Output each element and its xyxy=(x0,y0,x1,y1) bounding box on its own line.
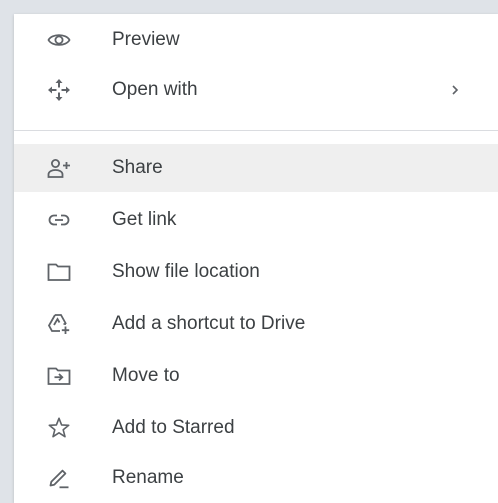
drive-shortcut-icon xyxy=(47,312,71,336)
context-menu: Preview Open with Share Get link Show fi… xyxy=(14,14,498,503)
pencil-icon xyxy=(47,466,71,490)
menu-item-label: Share xyxy=(112,157,163,178)
menu-item-share[interactable]: Share xyxy=(14,144,498,192)
menu-item-label: Move to xyxy=(112,365,180,386)
menu-item-label: Add a shortcut to Drive xyxy=(112,313,306,334)
menu-item-show-file-location[interactable]: Show file location xyxy=(14,248,498,296)
menu-item-open-with[interactable]: Open with xyxy=(14,66,498,114)
star-icon xyxy=(47,416,71,440)
add-person-icon xyxy=(47,156,71,180)
menu-item-label: Open with xyxy=(112,79,198,100)
chevron-right-icon xyxy=(447,78,463,102)
folder-icon xyxy=(47,260,71,284)
menu-item-label: Add to Starred xyxy=(112,417,235,438)
move-to-folder-icon xyxy=(47,364,71,388)
menu-item-rename[interactable]: Rename xyxy=(14,454,498,502)
menu-item-get-link[interactable]: Get link xyxy=(14,196,498,244)
menu-item-label: Show file location xyxy=(112,261,260,282)
menu-item-preview[interactable]: Preview xyxy=(14,16,498,64)
menu-item-label: Preview xyxy=(112,29,180,50)
menu-item-label: Get link xyxy=(112,209,177,230)
menu-item-label: Rename xyxy=(112,467,184,488)
open-with-icon xyxy=(47,78,71,102)
menu-item-add-to-starred[interactable]: Add to Starred xyxy=(14,404,498,452)
menu-divider xyxy=(14,130,498,131)
eye-icon xyxy=(47,28,71,52)
menu-item-move-to[interactable]: Move to xyxy=(14,352,498,400)
menu-item-add-shortcut[interactable]: Add a shortcut to Drive xyxy=(14,300,498,348)
link-icon xyxy=(47,208,71,232)
